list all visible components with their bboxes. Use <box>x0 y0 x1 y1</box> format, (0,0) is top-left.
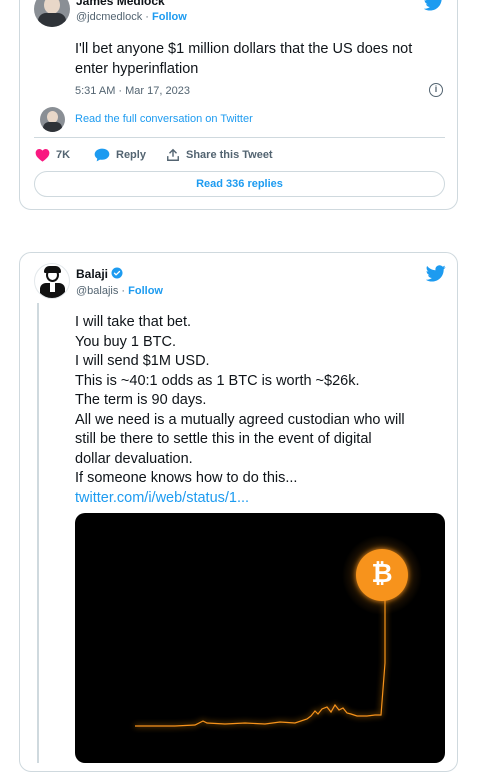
author-handle[interactable]: @jdcmedlock <box>76 11 142 23</box>
bitcoin-price-chart-image <box>135 535 422 727</box>
like-button[interactable]: 7K <box>35 148 70 162</box>
tweet-text-line: dollar devaluation. <box>75 450 193 467</box>
share-icon <box>167 148 179 161</box>
twitter-bird-icon[interactable] <box>424 0 444 11</box>
author-name[interactable]: James Medlock <box>76 0 165 8</box>
tweet-text-line: All we need is a mutually agreed custodi… <box>75 411 405 428</box>
reply-button[interactable]: Reply <box>94 148 146 162</box>
tweet-text-line: If someone knows how to do this... <box>75 470 298 486</box>
like-count: 7K <box>56 149 71 161</box>
tweet-link[interactable]: twitter.com/i/web/status/1... <box>75 489 445 509</box>
author-avatar[interactable] <box>34 0 70 27</box>
author-name[interactable]: Balaji <box>76 267 123 281</box>
tweet-text-line: You buy 1 BTC. <box>75 333 177 350</box>
heart-icon <box>35 149 50 162</box>
info-icon[interactable]: i <box>429 83 443 97</box>
author-name-text: Balaji <box>76 267 109 281</box>
tweet-media-image[interactable]: ₿ <box>75 513 445 763</box>
embedded-tweet-card-1: James Medlock @jdcmedlock · Follow I'll … <box>19 0 458 210</box>
tweet-text-line: I will take that bet. <box>75 314 192 330</box>
thread-line <box>37 303 39 763</box>
embedded-tweet-card-2: Balaji @balajis · Follow I will take tha… <box>19 252 458 772</box>
author-handle-line: @jdcmedlock · Follow <box>76 11 187 23</box>
tweet-text-line: still be there to settle this in the eve… <box>75 431 372 447</box>
tweet-text-line: This is ~40:1 odds as 1 BTC is worth ~$2… <box>75 372 360 389</box>
author-handle[interactable]: @balajis <box>76 285 118 297</box>
tweet-timestamp[interactable]: 5:31 AM · Mar 17, 2023 <box>75 85 190 97</box>
tweet-text-line: I will send $1M USD. <box>75 353 210 369</box>
follow-button[interactable]: Follow <box>152 11 187 23</box>
follow-button[interactable]: Follow <box>128 285 163 297</box>
twitter-bird-icon[interactable] <box>426 265 446 282</box>
bitcoin-logo-icon: ₿ <box>371 559 393 589</box>
tweet-text-line: The term is 90 days. <box>75 392 207 408</box>
reply-bubble-icon <box>94 148 110 162</box>
read-full-conversation-link[interactable]: Read the full conversation on Twitter <box>75 113 253 125</box>
tweet-text: I'll bet anyone $1 million dollars that … <box>75 41 413 77</box>
reply-label: Reply <box>116 149 146 161</box>
author-avatar-small[interactable] <box>40 107 65 132</box>
share-label: Share this Tweet <box>186 149 273 161</box>
author-avatar[interactable] <box>34 263 70 299</box>
share-button[interactable]: Share this Tweet <box>166 148 273 162</box>
tweet-text: I will take that bet. You buy 1 BTC. I w… <box>75 313 445 508</box>
divider <box>34 137 445 138</box>
author-handle-line: @balajis · Follow <box>76 285 163 297</box>
verified-badge-icon <box>111 267 123 279</box>
read-replies-button[interactable]: Read 336 replies <box>34 171 445 197</box>
